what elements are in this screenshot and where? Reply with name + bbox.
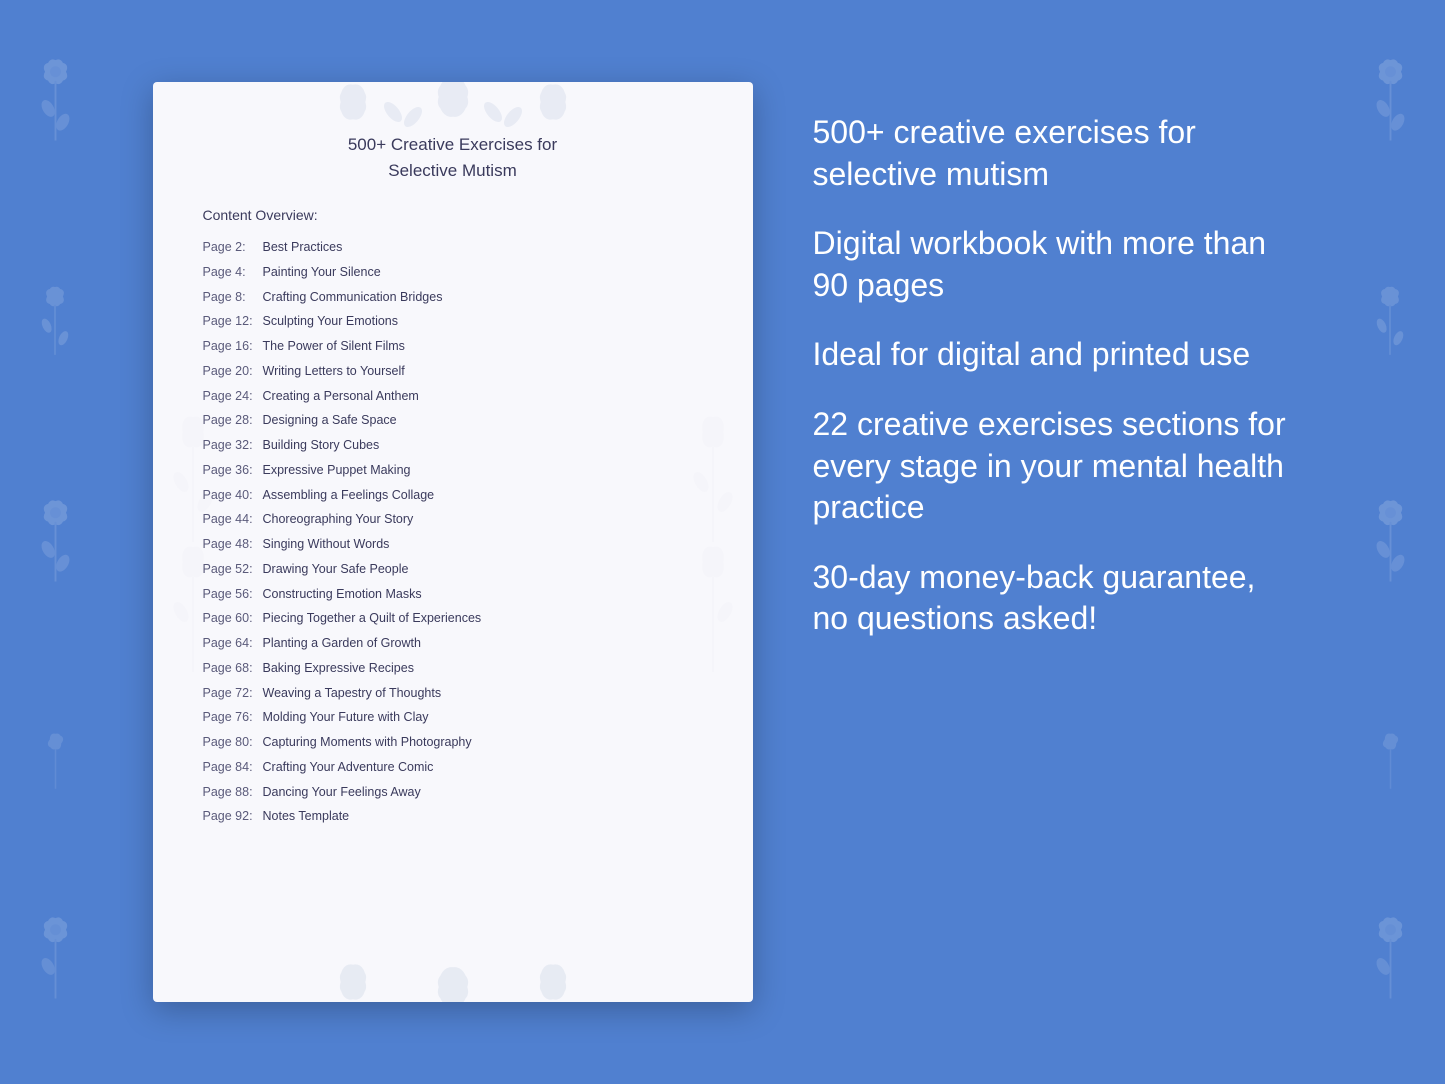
right-panel: 500+ creative exercises for selective mu…: [813, 82, 1293, 640]
toc-title: Baking Expressive Recipes: [263, 661, 414, 675]
toc-page-num: Page 2:: [203, 238, 263, 257]
toc-title: Crafting Communication Bridges: [263, 290, 443, 304]
toc-page-num: Page 88:: [203, 783, 263, 802]
toc-page-num: Page 20:: [203, 362, 263, 381]
toc-page-num: Page 44:: [203, 510, 263, 529]
toc-title: Creating a Personal Anthem: [263, 389, 419, 403]
toc-page-num: Page 52:: [203, 560, 263, 579]
toc-item: Page 40:Assembling a Feelings Collage: [203, 483, 703, 508]
content-overview-label: Content Overview:: [203, 207, 703, 223]
feature-text-2: Ideal for digital and printed use: [813, 334, 1293, 376]
toc-item: Page 68:Baking Expressive Recipes: [203, 656, 703, 681]
toc-title: Notes Template: [263, 809, 350, 823]
book-page-bottom-decoration: [153, 922, 753, 1002]
toc-page-num: Page 68:: [203, 659, 263, 678]
toc-title: Expressive Puppet Making: [263, 463, 411, 477]
toc-item: Page 52:Drawing Your Safe People: [203, 557, 703, 582]
toc-page-num: Page 48:: [203, 535, 263, 554]
main-content: 500+ Creative Exercises for Selective Mu…: [0, 42, 1445, 1042]
toc-title: Sculpting Your Emotions: [263, 314, 399, 328]
toc-title: Choreographing Your Story: [263, 512, 414, 526]
feature-text-1: Digital workbook with more than 90 pages: [813, 223, 1293, 306]
toc-item: Page 92:Notes Template: [203, 804, 703, 829]
toc-item: Page 48:Singing Without Words: [203, 532, 703, 557]
toc-item: Page 28:Designing a Safe Space: [203, 408, 703, 433]
toc-item: Page 76:Molding Your Future with Clay: [203, 705, 703, 730]
toc-title: Crafting Your Adventure Comic: [263, 760, 434, 774]
toc-title: Building Story Cubes: [263, 438, 380, 452]
toc-item: Page 72:Weaving a Tapestry of Thoughts: [203, 681, 703, 706]
toc-page-num: Page 12:: [203, 312, 263, 331]
toc-item: Page 64:Planting a Garden of Growth: [203, 631, 703, 656]
toc-title: Dancing Your Feelings Away: [263, 785, 421, 799]
toc-page-num: Page 40:: [203, 486, 263, 505]
toc-title: Capturing Moments with Photography: [263, 735, 472, 749]
toc-item: Page 84:Crafting Your Adventure Comic: [203, 755, 703, 780]
toc-page-num: Page 60:: [203, 609, 263, 628]
book-page: 500+ Creative Exercises for Selective Mu…: [153, 82, 753, 1002]
toc-page-num: Page 8:: [203, 288, 263, 307]
toc-item: Page 4:Painting Your Silence: [203, 260, 703, 285]
toc-page-num: Page 56:: [203, 585, 263, 604]
toc-item: Page 12:Sculpting Your Emotions: [203, 309, 703, 334]
toc-title: Constructing Emotion Masks: [263, 587, 422, 601]
book-title: 500+ Creative Exercises for Selective Mu…: [203, 132, 703, 183]
toc-item: Page 88:Dancing Your Feelings Away: [203, 780, 703, 805]
toc-page-num: Page 28:: [203, 411, 263, 430]
toc-item: Page 8:Crafting Communication Bridges: [203, 285, 703, 310]
toc-page-num: Page 32:: [203, 436, 263, 455]
toc-page-num: Page 16:: [203, 337, 263, 356]
toc-title: Designing a Safe Space: [263, 413, 397, 427]
feature-text-3: 22 creative exercises sections for every…: [813, 404, 1293, 529]
toc-item: Page 20:Writing Letters to Yourself: [203, 359, 703, 384]
toc-title: Writing Letters to Yourself: [263, 364, 405, 378]
toc-title: Drawing Your Safe People: [263, 562, 409, 576]
toc-item: Page 32:Building Story Cubes: [203, 433, 703, 458]
toc-page-num: Page 4:: [203, 263, 263, 282]
toc-page-num: Page 80:: [203, 733, 263, 752]
feature-text-4: 30-day money-back guarantee, no question…: [813, 557, 1293, 640]
table-of-contents: Page 2:Best PracticesPage 4:Painting You…: [203, 235, 703, 829]
toc-page-num: Page 92:: [203, 807, 263, 826]
toc-item: Page 36:Expressive Puppet Making: [203, 458, 703, 483]
toc-page-num: Page 72:: [203, 684, 263, 703]
toc-page-num: Page 84:: [203, 758, 263, 777]
toc-item: Page 60:Piecing Together a Quilt of Expe…: [203, 606, 703, 631]
toc-item: Page 56:Constructing Emotion Masks: [203, 582, 703, 607]
toc-page-num: Page 76:: [203, 708, 263, 727]
toc-title: Best Practices: [263, 240, 343, 254]
toc-item: Page 80:Capturing Moments with Photograp…: [203, 730, 703, 755]
toc-title: Painting Your Silence: [263, 265, 381, 279]
toc-page-num: Page 24:: [203, 387, 263, 406]
toc-page-num: Page 64:: [203, 634, 263, 653]
toc-title: Weaving a Tapestry of Thoughts: [263, 686, 442, 700]
toc-title: Piecing Together a Quilt of Experiences: [263, 611, 482, 625]
toc-title: Singing Without Words: [263, 537, 390, 551]
feature-text-0: 500+ creative exercises for selective mu…: [813, 112, 1293, 195]
toc-item: Page 2:Best Practices: [203, 235, 703, 260]
toc-title: Planting a Garden of Growth: [263, 636, 421, 650]
toc-title: Assembling a Feelings Collage: [263, 488, 435, 502]
toc-title: The Power of Silent Films: [263, 339, 405, 353]
toc-item: Page 16:The Power of Silent Films: [203, 334, 703, 359]
toc-item: Page 24:Creating a Personal Anthem: [203, 384, 703, 409]
toc-title: Molding Your Future with Clay: [263, 710, 429, 724]
toc-page-num: Page 36:: [203, 461, 263, 480]
toc-item: Page 44:Choreographing Your Story: [203, 507, 703, 532]
